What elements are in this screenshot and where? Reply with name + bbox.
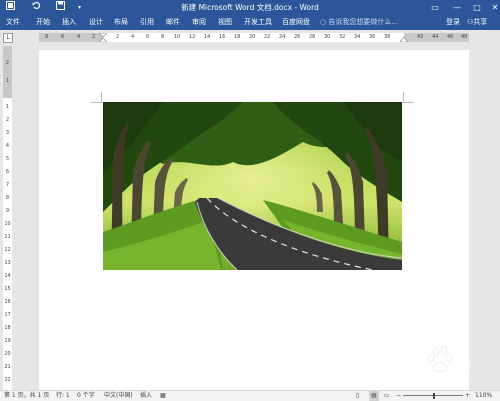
ruler-number: 22: [264, 34, 271, 40]
ruler-number: 10: [4, 221, 11, 227]
ruler-number: 2: [5, 117, 10, 123]
close-button[interactable]: ✕: [484, 0, 500, 15]
ruler-number: 13: [4, 260, 11, 266]
ruler-number: 2: [92, 34, 96, 40]
ruler-number: 6: [146, 34, 150, 40]
watermark-text-jingyan: 经验: [452, 361, 472, 372]
ruler-number: 16: [219, 34, 226, 40]
tell-me-text: 告诉我您想要做什么...: [328, 18, 399, 26]
ruler-number: 4: [77, 34, 81, 40]
ruler-number: 8: [5, 195, 10, 201]
ruler-number: 18: [4, 325, 11, 331]
ruler-number: 16: [4, 299, 11, 305]
tell-me-search[interactable]: ○ 告诉我您想要做什么...: [320, 15, 398, 30]
tab-design[interactable]: 设计: [89, 15, 103, 30]
watermark-url: jingyan.baidu.com: [410, 374, 466, 381]
ruler-number: 10: [174, 34, 181, 40]
share-button[interactable]: ⚇共享: [467, 15, 487, 30]
tab-insert[interactable]: 插入: [62, 15, 76, 30]
ribbon-tabs: 文件 开始 插入 设计 布局 引用 邮件 审阅 视图 开发工具 百度网盘 ○ 告…: [0, 15, 500, 30]
lightbulb-icon: ○: [320, 18, 327, 26]
sign-in-link[interactable]: 登录: [446, 15, 460, 30]
tab-view[interactable]: 视图: [218, 15, 232, 30]
tab-selector[interactable]: L: [3, 33, 13, 43]
ruler-number: 26: [294, 34, 301, 40]
ruler-number: 19: [4, 338, 11, 344]
ruler-number: 28: [309, 34, 316, 40]
ruler-number: 14: [204, 34, 211, 40]
tab-layout[interactable]: 布局: [114, 15, 128, 30]
right-indent-marker-icon[interactable]: [400, 34, 408, 42]
tab-baidu-netdisk[interactable]: 百度网盘: [282, 15, 310, 30]
ruler-number: 8: [161, 34, 165, 40]
ruler-number: 14: [4, 273, 11, 279]
ruler-number: 22: [4, 377, 11, 383]
ruler-number: 7: [5, 182, 10, 188]
tab-references[interactable]: 引用: [140, 15, 154, 30]
status-bar: 第 1 页，共 1 页 行: 1 0 个字 中文(中国) 插入 ▦ ▯ ▤ ▭ …: [0, 390, 500, 401]
ruler-number: 12: [4, 247, 11, 253]
indent-marker-icon[interactable]: [99, 33, 107, 42]
tab-review[interactable]: 审阅: [192, 15, 206, 30]
watermark-text-bai: Bai: [408, 356, 429, 371]
ruler-number: 3: [5, 130, 10, 136]
ruler-number: 2: [5, 60, 10, 66]
ruler-number: 20: [249, 34, 256, 40]
inserted-picture[interactable]: [103, 102, 402, 270]
ruler-number: 34: [354, 34, 361, 40]
tab-mailings[interactable]: 邮件: [166, 15, 180, 30]
ruler-number: 2: [116, 34, 120, 40]
crop-mark-top-left: [91, 92, 102, 103]
ruler-number: 32: [339, 34, 346, 40]
ruler-number: 18: [234, 34, 241, 40]
ruler-number: 12: [189, 34, 196, 40]
baidu-jingyan-watermark: Bai 经验 jingyan.baidu.com: [406, 342, 474, 384]
horizontal-ruler[interactable]: 8 6 4 2 2 4 6 8 10 12 14 16 18 20 22 24 …: [39, 33, 469, 42]
ruler-number: 44: [432, 34, 439, 40]
crop-mark-top-right: [403, 92, 414, 103]
tree-tunnel-road-image: [103, 102, 402, 270]
ruler-number: 46: [447, 34, 454, 40]
ruler-number: 1: [5, 78, 10, 84]
tab-home[interactable]: 开始: [36, 15, 50, 30]
ruler-number: 17: [4, 312, 11, 318]
vertical-ruler[interactable]: 2 1 1 2 3 4 5 6 7 8 9 10 11 12 13 14 15 …: [3, 46, 12, 390]
ruler-number: 20: [4, 351, 11, 357]
ruler-number: 42: [417, 34, 424, 40]
ruler-number: 15: [4, 286, 11, 292]
tab-file[interactable]: 文件: [6, 15, 20, 30]
ruler-number: 11: [4, 234, 11, 240]
ribbon-display-icon[interactable]: ▭: [424, 0, 446, 15]
ruler-number: 24: [279, 34, 286, 40]
title-bar: ▾ 新建 Microsoft Word 文档.docx - Word ▭ — □…: [0, 0, 500, 15]
ruler-number: 38: [384, 34, 391, 40]
ruler-number: 4: [5, 143, 10, 149]
ruler-number: 6: [5, 169, 10, 175]
minimize-button[interactable]: —: [446, 0, 468, 15]
ruler-number: 4: [131, 34, 135, 40]
ruler-number: 1: [5, 104, 10, 110]
ruler-number: 6: [61, 34, 65, 40]
share-label: 共享: [473, 18, 488, 26]
document-page[interactable]: [39, 50, 469, 390]
ruler-top-margin: [3, 46, 12, 98]
zoom-slider-handle[interactable]: [433, 393, 435, 399]
ruler-number: 5: [5, 156, 10, 162]
tab-developer[interactable]: 开发工具: [244, 15, 272, 30]
ruler-number: 36: [369, 34, 376, 40]
ruler-number: 30: [324, 34, 331, 40]
ruler-number: 8: [45, 34, 49, 40]
ruler-number: 48: [461, 34, 468, 40]
ruler-number: 9: [5, 208, 10, 214]
ruler-number: 21: [4, 364, 11, 370]
